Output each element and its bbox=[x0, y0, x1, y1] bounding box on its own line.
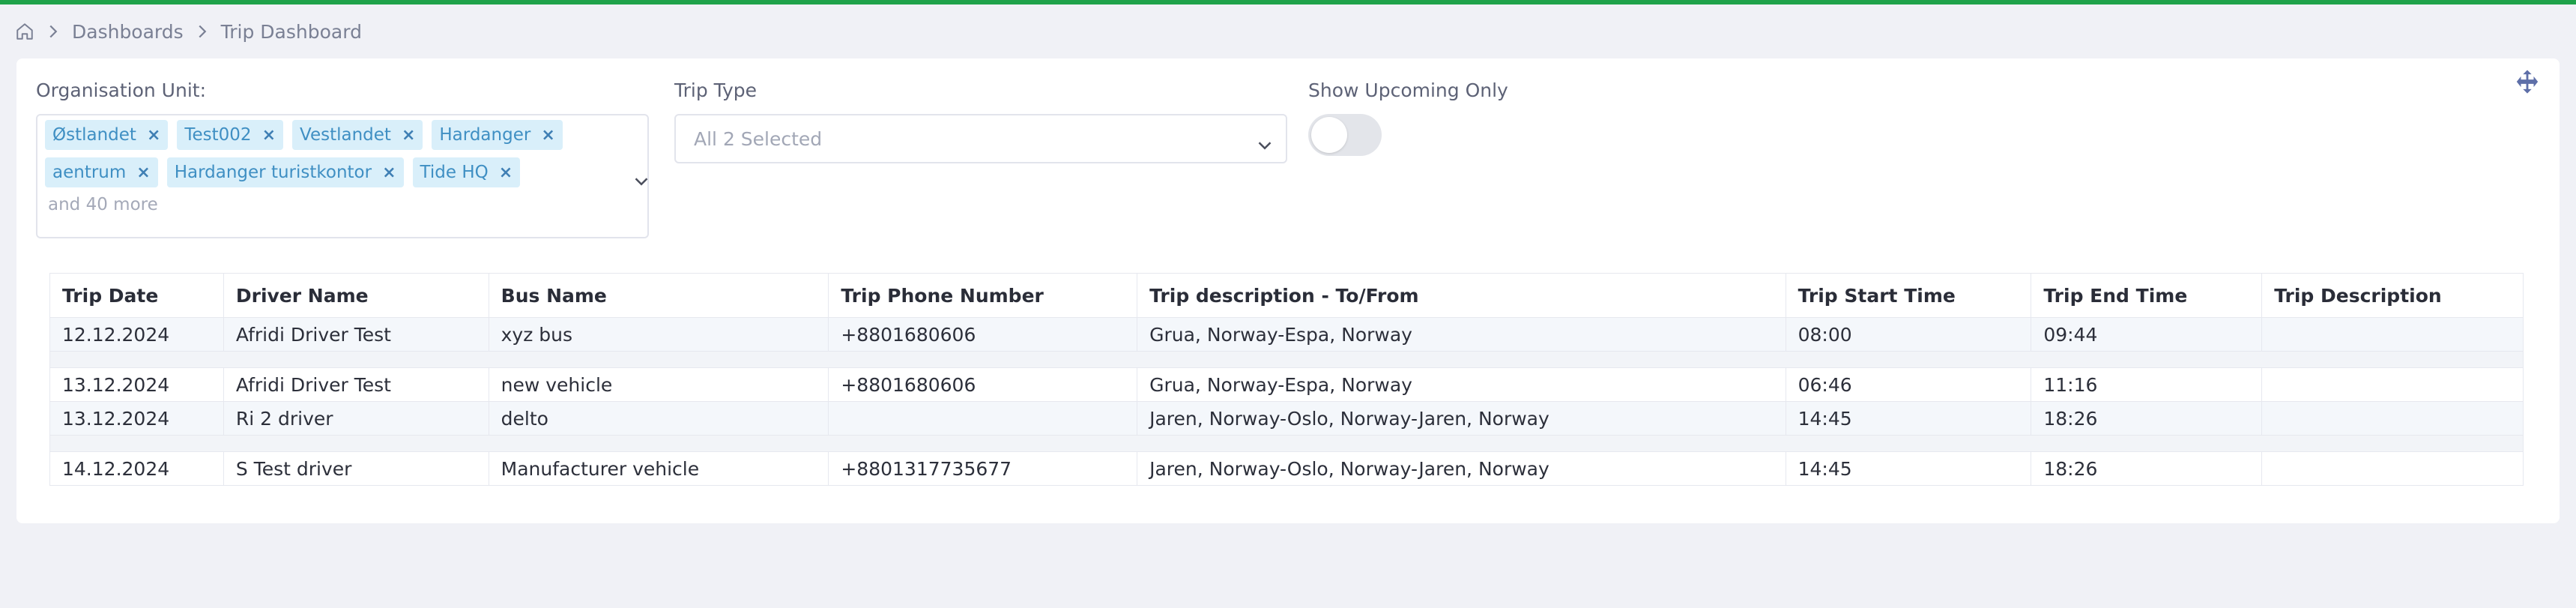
cell-bus-name: Manufacturer vehicle bbox=[489, 452, 829, 485]
org-unit-multiselect[interactable]: Østlandet × Test002 × Vestlandet × Hardange… bbox=[36, 114, 649, 238]
cell-route: Jaren, Norway-Oslo, Norway-Jaren, Norway bbox=[1137, 452, 1786, 485]
cell-phone: +8801680606 bbox=[829, 368, 1138, 401]
column-header[interactable]: Driver Name bbox=[224, 274, 489, 317]
cell-trip-date: 13.12.2024 bbox=[50, 402, 224, 435]
cell-phone: +8801680606 bbox=[829, 318, 1138, 351]
dashboard-card: Organisation Unit: Østlandet × Test002 × V… bbox=[16, 58, 2560, 523]
close-icon[interactable]: × bbox=[262, 126, 276, 145]
cell-end-time: 09:44 bbox=[2031, 318, 2263, 351]
close-icon[interactable]: × bbox=[499, 163, 513, 182]
cell-driver-name: S Test driver bbox=[224, 452, 489, 485]
cell-trip-date: 12.12.2024 bbox=[50, 318, 224, 351]
org-unit-chip: aentrum × bbox=[45, 157, 158, 187]
cell-end-time: 18:26 bbox=[2031, 402, 2263, 435]
more-count: and 40 more bbox=[48, 195, 158, 214]
cell-bus-name: xyz bus bbox=[489, 318, 829, 351]
org-unit-label: Organisation Unit: bbox=[36, 79, 206, 101]
home-icon[interactable] bbox=[15, 22, 34, 41]
cell-description bbox=[2262, 318, 2523, 351]
close-icon[interactable]: × bbox=[136, 163, 150, 182]
column-header[interactable]: Trip Phone Number bbox=[829, 274, 1138, 317]
chip-label: Tide HQ bbox=[420, 163, 489, 182]
cell-route: Grua, Norway-Espa, Norway bbox=[1137, 368, 1786, 401]
cell-bus-name: delto bbox=[489, 402, 829, 435]
org-unit-chip: Østlandet × bbox=[45, 120, 169, 150]
column-header[interactable]: Trip End Time bbox=[2031, 274, 2263, 317]
cell-route: Jaren, Norway-Oslo, Norway-Jaren, Norway bbox=[1137, 402, 1786, 435]
cell-end-time: 11:16 bbox=[2031, 368, 2263, 401]
org-unit-chips: Østlandet × Test002 × Vestlandet × Hardange… bbox=[45, 120, 569, 214]
org-unit-chip: Hardanger turistkontor × bbox=[166, 157, 404, 187]
toggle-knob bbox=[1311, 117, 1347, 153]
table-row[interactable]: 13.12.2024 Ri 2 driver delto Jaren, Norw… bbox=[50, 402, 2523, 436]
cell-trip-date: 13.12.2024 bbox=[50, 368, 224, 401]
cell-driver-name: Ri 2 driver bbox=[224, 402, 489, 435]
chevron-down-icon[interactable] bbox=[634, 175, 649, 190]
org-unit-chip: Test002 × bbox=[177, 120, 284, 150]
cell-start-time: 14:45 bbox=[1786, 402, 2032, 435]
column-header[interactable]: Trip description - To/From bbox=[1137, 274, 1786, 317]
close-icon[interactable]: × bbox=[382, 163, 396, 182]
row-spacer bbox=[50, 352, 2523, 368]
cell-bus-name: new vehicle bbox=[489, 368, 829, 401]
top-accent-bar bbox=[0, 0, 2576, 4]
chip-label: aentrum bbox=[52, 163, 127, 182]
chip-label: Hardanger bbox=[439, 125, 531, 145]
cell-description bbox=[2262, 368, 2523, 401]
trip-type-label: Trip Type bbox=[674, 79, 758, 101]
column-header[interactable]: Trip Date bbox=[50, 274, 224, 317]
breadcrumb: Dashboards Trip Dashboard bbox=[15, 19, 362, 43]
breadcrumb-dashboards[interactable]: Dashboards bbox=[72, 21, 184, 43]
cell-phone: +8801317735677 bbox=[829, 452, 1138, 485]
cell-start-time: 08:00 bbox=[1786, 318, 2032, 351]
column-header[interactable]: Trip Description bbox=[2262, 274, 2523, 317]
breadcrumb-trip-dashboard: Trip Dashboard bbox=[220, 20, 362, 43]
org-unit-chip: Tide HQ × bbox=[412, 157, 521, 187]
cell-end-time: 18:26 bbox=[2031, 452, 2263, 485]
table-row[interactable]: 14.12.2024 S Test driver Manufacturer ve… bbox=[50, 452, 2523, 485]
chevron-right-icon bbox=[48, 24, 58, 39]
cell-phone bbox=[829, 402, 1138, 435]
column-header[interactable]: Bus Name bbox=[489, 274, 829, 317]
row-spacer bbox=[50, 436, 2523, 452]
chevron-down-icon bbox=[1257, 133, 1272, 155]
org-unit-chip: Vestlandet × bbox=[292, 120, 423, 150]
move-icon[interactable] bbox=[2515, 69, 2540, 97]
chip-label: Test002 bbox=[184, 125, 252, 145]
table-header-row: Trip Date Driver Name Bus Name Trip Phon… bbox=[50, 274, 2523, 318]
cell-start-time: 06:46 bbox=[1786, 368, 2032, 401]
cell-route: Grua, Norway-Espa, Norway bbox=[1137, 318, 1786, 351]
trip-type-select[interactable]: All 2 Selected bbox=[674, 114, 1287, 163]
table-row[interactable]: 13.12.2024 Afridi Driver Test new vehicl… bbox=[50, 368, 2523, 402]
table-row[interactable]: 12.12.2024 Afridi Driver Test xyz bus +8… bbox=[50, 318, 2523, 352]
close-icon[interactable]: × bbox=[541, 126, 554, 145]
cell-trip-date: 14.12.2024 bbox=[50, 452, 224, 485]
chip-label: Østlandet bbox=[52, 125, 136, 145]
cell-description bbox=[2262, 402, 2523, 435]
cell-driver-name: Afridi Driver Test bbox=[224, 318, 489, 351]
chip-label: Hardanger turistkontor bbox=[174, 163, 372, 182]
cell-driver-name: Afridi Driver Test bbox=[224, 368, 489, 401]
cell-start-time: 14:45 bbox=[1786, 452, 2032, 485]
trip-type-value: All 2 Selected bbox=[694, 127, 823, 150]
upcoming-label: Show Upcoming Only bbox=[1308, 79, 1508, 101]
chevron-right-icon bbox=[197, 24, 208, 39]
close-icon[interactable]: × bbox=[147, 126, 160, 145]
upcoming-toggle[interactable] bbox=[1308, 114, 1382, 156]
chip-label: Vestlandet bbox=[300, 125, 391, 145]
column-header[interactable]: Trip Start Time bbox=[1786, 274, 2032, 317]
cell-description bbox=[2262, 452, 2523, 485]
close-icon[interactable]: × bbox=[402, 126, 415, 145]
org-unit-chip: Hardanger × bbox=[432, 120, 563, 150]
trips-table: Trip Date Driver Name Bus Name Trip Phon… bbox=[49, 273, 2524, 486]
